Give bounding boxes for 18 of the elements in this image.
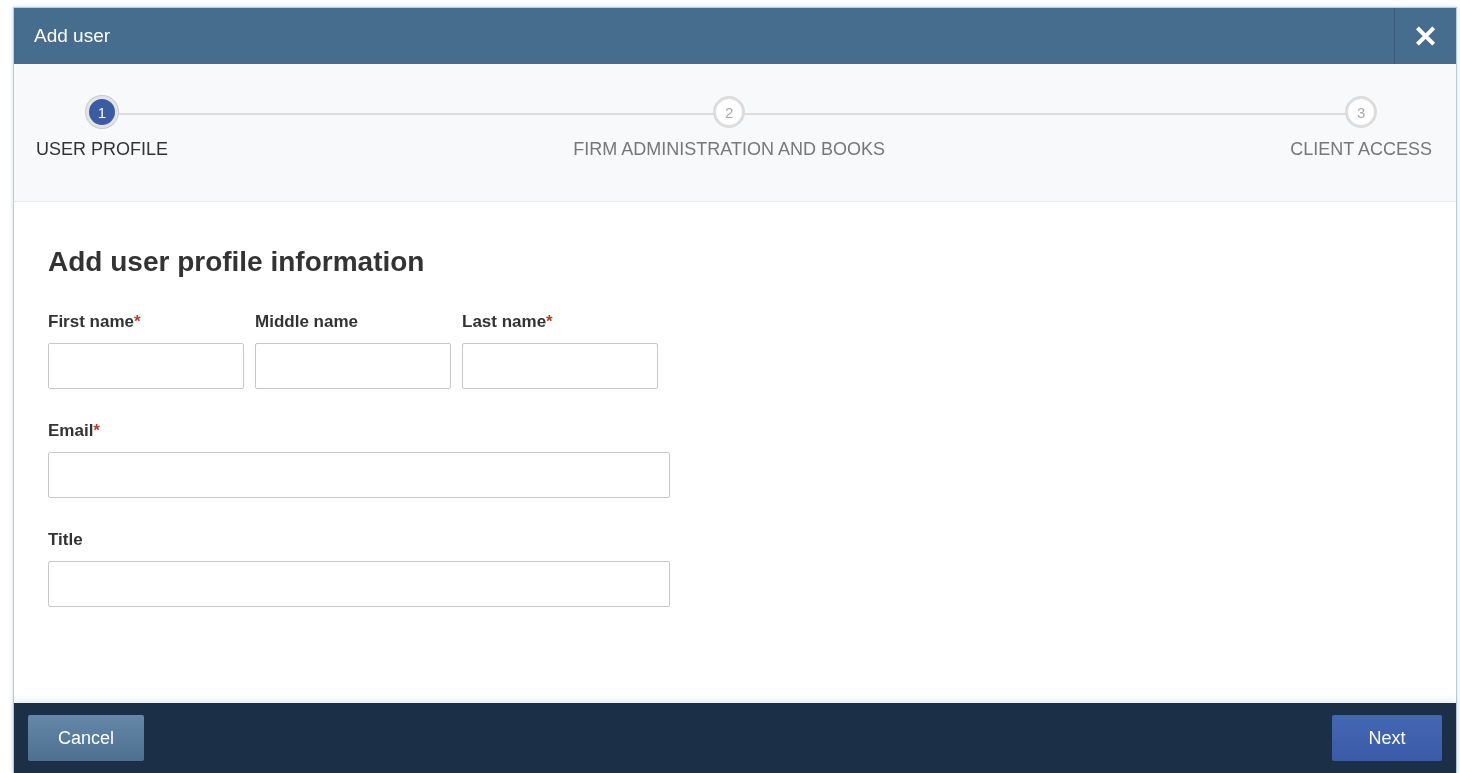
form-heading: Add user profile information bbox=[48, 246, 426, 278]
field-label: First name* bbox=[48, 312, 142, 332]
input-field[interactable] bbox=[48, 561, 670, 607]
input-field[interactable] bbox=[48, 343, 244, 389]
field-label: Title bbox=[48, 530, 84, 550]
cancel-button[interactable]: Cancel bbox=[28, 715, 144, 761]
input-field[interactable] bbox=[462, 343, 658, 389]
next-button[interactable]: Next bbox=[1332, 715, 1442, 761]
step-label: CLIENT ACCESS bbox=[1290, 139, 1432, 160]
window-title: Add user bbox=[33, 25, 112, 47]
step-label: USER PROFILE bbox=[36, 139, 169, 160]
input-field[interactable] bbox=[48, 452, 670, 498]
step-number[interactable]: 1 bbox=[86, 96, 118, 128]
field-label: Email* bbox=[48, 421, 101, 441]
step-label: FIRM ADMINISTRATION AND BOOKS bbox=[573, 139, 885, 160]
input-field[interactable] bbox=[255, 343, 451, 389]
field-label: Last name* bbox=[462, 312, 554, 332]
field-label: Middle name bbox=[255, 312, 359, 332]
